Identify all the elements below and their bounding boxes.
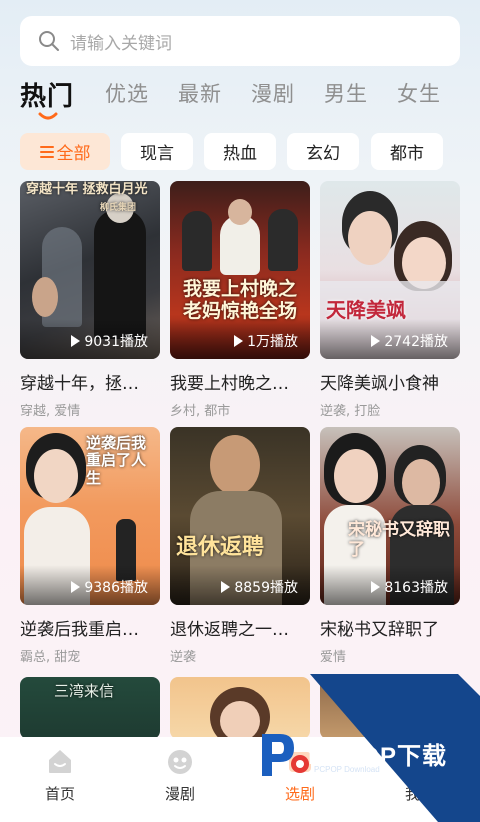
play-count: 9031播放 [71,331,148,351]
drama-title: 宋秘书又辞职了 [320,620,439,640]
home-icon [49,750,71,773]
poster-title: 退休返聘 [176,534,265,560]
watermark-subtext: PCPOP Download [314,765,380,774]
play-icon [71,581,81,593]
drama-cover: 宋秘书又辞职了 8163播放 [320,427,460,605]
drama-title: 退休返聘之一… [170,620,289,640]
drama-tags: 逆袭 [170,650,197,665]
play-icon [71,335,81,347]
drama-card[interactable]: 天降美飒 2742播放 天降美飒小食神 逆袭, 打脸 [320,181,460,419]
play-icon [234,335,244,347]
watermark-logo: PCPOP下载 PCPOP Download [258,728,468,788]
play-icon [371,581,381,593]
drama-cover: 退休返聘 8859播放 [170,427,310,605]
drama-cover: 我要上村晚之老妈惊艳全场 1万播放 [170,181,310,359]
drama-card[interactable]: 退休返聘 8859播放 退休返聘之一… 逆袭 [170,427,310,665]
drama-tags: 逆袭, 打脸 [320,404,381,419]
drama-cover: 穿越十年 拯救白月光 柳氏集团 9031播放 [20,181,160,359]
poster-title: 宋秘书又辞职了 [348,520,450,560]
drama-card[interactable]: 我要上村晚之老妈惊艳全场 1万播放 我要上村晚之… 乡村, 都市 [170,181,310,419]
play-count: 9386播放 [71,577,148,597]
drama-tags: 乡村, 都市 [170,404,231,419]
play-count: 8859播放 [221,577,298,597]
drama-title: 穿越十年，拯… [20,374,139,394]
nav-comic-label: 漫剧 [164,785,195,803]
drama-title: 天降美飒小食神 [320,374,439,394]
drama-card[interactable]: 穿越十年 拯救白月光 柳氏集团 9031播放 穿越十年，拯… 穿越, 爱情 [20,181,160,419]
play-count: 2742播放 [371,331,448,351]
drama-title: 我要上村晚之… [170,374,289,394]
play-count: 1万播放 [234,331,298,351]
drama-tags: 穿越, 爱情 [20,404,81,419]
drama-cover: 天降美飒 2742播放 [320,181,460,359]
nav-home[interactable]: 首页 [20,737,100,822]
nav-home-label: 首页 [44,785,75,803]
play-icon [221,581,231,593]
play-count: 8163播放 [371,577,448,597]
poster-title: 我要上村晚之老妈惊艳全场 [182,278,297,322]
drama-card[interactable]: 三湾来信 [20,677,160,739]
drama-cover: 三湾来信 [20,677,160,739]
poster-subtitle: 柳氏集团 [100,203,137,213]
play-icon [371,335,381,347]
drama-cover: 逆袭后我重启了人生 9386播放 [20,427,160,605]
poster-title: 逆袭后我重启了人生 [86,434,147,487]
drama-card[interactable]: 宋秘书又辞职了 8163播放 宋秘书又辞职了 爱情 [320,427,460,665]
poster-title: 三湾来信 [54,682,115,700]
poster-title: 穿越十年 拯救白月光 [26,182,148,197]
drama-tags: 霸总, 甜宠 [20,650,81,665]
comic-icon [168,750,192,774]
watermark-mark-icon [262,734,309,776]
drama-title: 逆袭后我重启… [20,620,139,640]
drama-card[interactable]: 逆袭后我重启了人生 9386播放 逆袭后我重启… 霸总, 甜宠 [20,427,160,665]
nav-comic[interactable]: 漫剧 [140,737,220,822]
drama-tags: 爱情 [320,650,347,665]
